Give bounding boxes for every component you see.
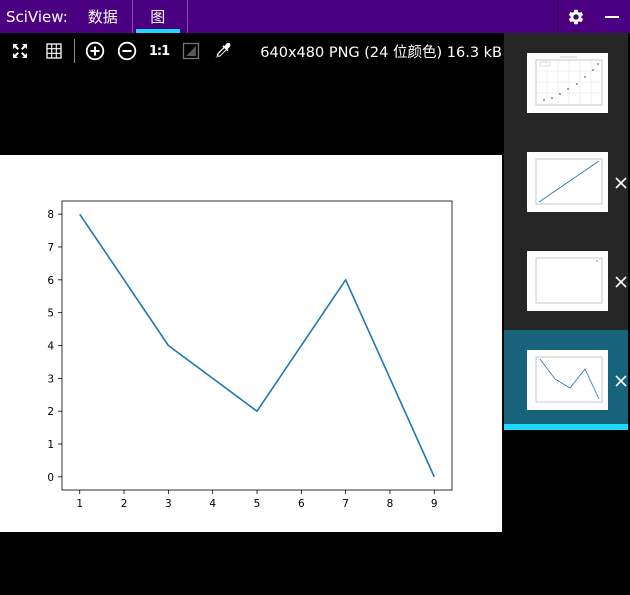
close-thumbnail-button[interactable] bbox=[612, 372, 630, 390]
y-tick-label: 6 bbox=[47, 275, 54, 287]
linear-line-thumbnail bbox=[527, 152, 608, 212]
actual-size-button[interactable]: 1:1 bbox=[145, 37, 173, 65]
thumbnail-item-selected[interactable] bbox=[504, 330, 628, 430]
selection-indicator bbox=[504, 424, 628, 430]
gear-icon bbox=[568, 9, 584, 24]
tab-plot[interactable]: 图 bbox=[133, 0, 183, 33]
fit-screen-icon bbox=[13, 44, 27, 58]
background-toggle-button[interactable] bbox=[177, 37, 205, 65]
y-tick-label: 8 bbox=[47, 209, 54, 221]
background-icon bbox=[182, 42, 200, 60]
tab-data-label: 数据 bbox=[87, 8, 118, 26]
zoom-in-button[interactable] bbox=[81, 37, 109, 65]
thumbnail-item[interactable] bbox=[504, 132, 628, 232]
close-thumbnail-button[interactable] bbox=[612, 273, 630, 291]
color-picker-button[interactable] bbox=[209, 37, 237, 65]
y-tick-label: 2 bbox=[47, 406, 54, 418]
close-icon bbox=[615, 375, 627, 387]
image-toolbar: 1:1 640x480 PNG (24 位颜色) 16.3 kB bbox=[0, 33, 504, 69]
settings-button[interactable] bbox=[558, 0, 594, 33]
window-controls bbox=[557, 0, 630, 33]
tab-divider bbox=[186, 0, 188, 33]
series-line bbox=[79, 213, 436, 478]
image-info: 640x480 PNG (24 位颜色) 16.3 kB bbox=[260, 44, 502, 61]
x-tick-label: 2 bbox=[121, 498, 128, 510]
thumbnail-preview bbox=[535, 356, 603, 403]
current-line-thumbnail bbox=[527, 350, 608, 410]
line-chart: 1 2 3 4 5 6 7 8 9 0 1 2 3 4 5 6 7 8 bbox=[47, 200, 453, 510]
tab-data[interactable]: 数据 bbox=[78, 0, 128, 33]
thumbnail-item[interactable] bbox=[504, 33, 628, 133]
y-tick-label: 5 bbox=[47, 308, 54, 320]
thumbnail-preview bbox=[535, 56, 603, 106]
x-tick-label: 5 bbox=[254, 498, 261, 510]
eyedropper-icon bbox=[215, 42, 231, 58]
x-tick-label: 6 bbox=[298, 498, 305, 510]
plot-image: 1 2 3 4 5 6 7 8 9 0 1 2 3 4 5 6 7 8 bbox=[0, 155, 502, 532]
thumbnail-item[interactable] bbox=[504, 231, 628, 331]
x-tick-label: 8 bbox=[387, 498, 394, 510]
grid-icon bbox=[46, 43, 62, 59]
thumbnail-panel bbox=[504, 33, 630, 595]
y-tick-label: 3 bbox=[47, 373, 54, 385]
y-tick-label: 4 bbox=[47, 341, 54, 353]
close-thumbnail-button[interactable] bbox=[612, 174, 630, 192]
grid-toggle-button[interactable] bbox=[40, 37, 68, 65]
image-viewer[interactable]: 1 2 3 4 5 6 7 8 9 0 1 2 3 4 5 6 7 8 bbox=[0, 69, 504, 595]
x-tick-label: 3 bbox=[165, 498, 172, 510]
scatter-plot-thumbnail bbox=[527, 53, 608, 113]
control-divider bbox=[557, 0, 558, 33]
minimize-button[interactable] bbox=[594, 0, 630, 33]
actual-size-icon: 1:1 bbox=[148, 43, 170, 59]
top-bar: SciView: 数据 图 bbox=[0, 0, 630, 33]
x-tick-label: 4 bbox=[209, 498, 216, 510]
empty-plot-thumbnail bbox=[527, 251, 608, 311]
y-tick-label: 1 bbox=[47, 439, 54, 451]
zoom-in-icon bbox=[85, 41, 105, 61]
plot-frame bbox=[61, 200, 453, 491]
zoom-out-button[interactable] bbox=[113, 37, 141, 65]
close-icon bbox=[615, 177, 627, 189]
app-title: SciView: bbox=[6, 7, 68, 26]
fit-screen-button[interactable] bbox=[6, 37, 34, 65]
tab-plot-label: 图 bbox=[150, 8, 166, 26]
y-tick-label: 7 bbox=[47, 242, 54, 254]
close-icon bbox=[615, 276, 627, 288]
y-tick-label: 0 bbox=[47, 472, 54, 484]
x-tick-label: 7 bbox=[342, 498, 349, 510]
zoom-out-icon bbox=[117, 41, 137, 61]
thumbnail-preview bbox=[535, 158, 603, 205]
x-tick-label: 1 bbox=[76, 498, 83, 510]
toolbar-divider bbox=[74, 39, 75, 63]
x-tick-label: 9 bbox=[431, 498, 438, 510]
thumbnail-preview bbox=[535, 257, 603, 304]
minimize-icon bbox=[605, 15, 619, 18]
